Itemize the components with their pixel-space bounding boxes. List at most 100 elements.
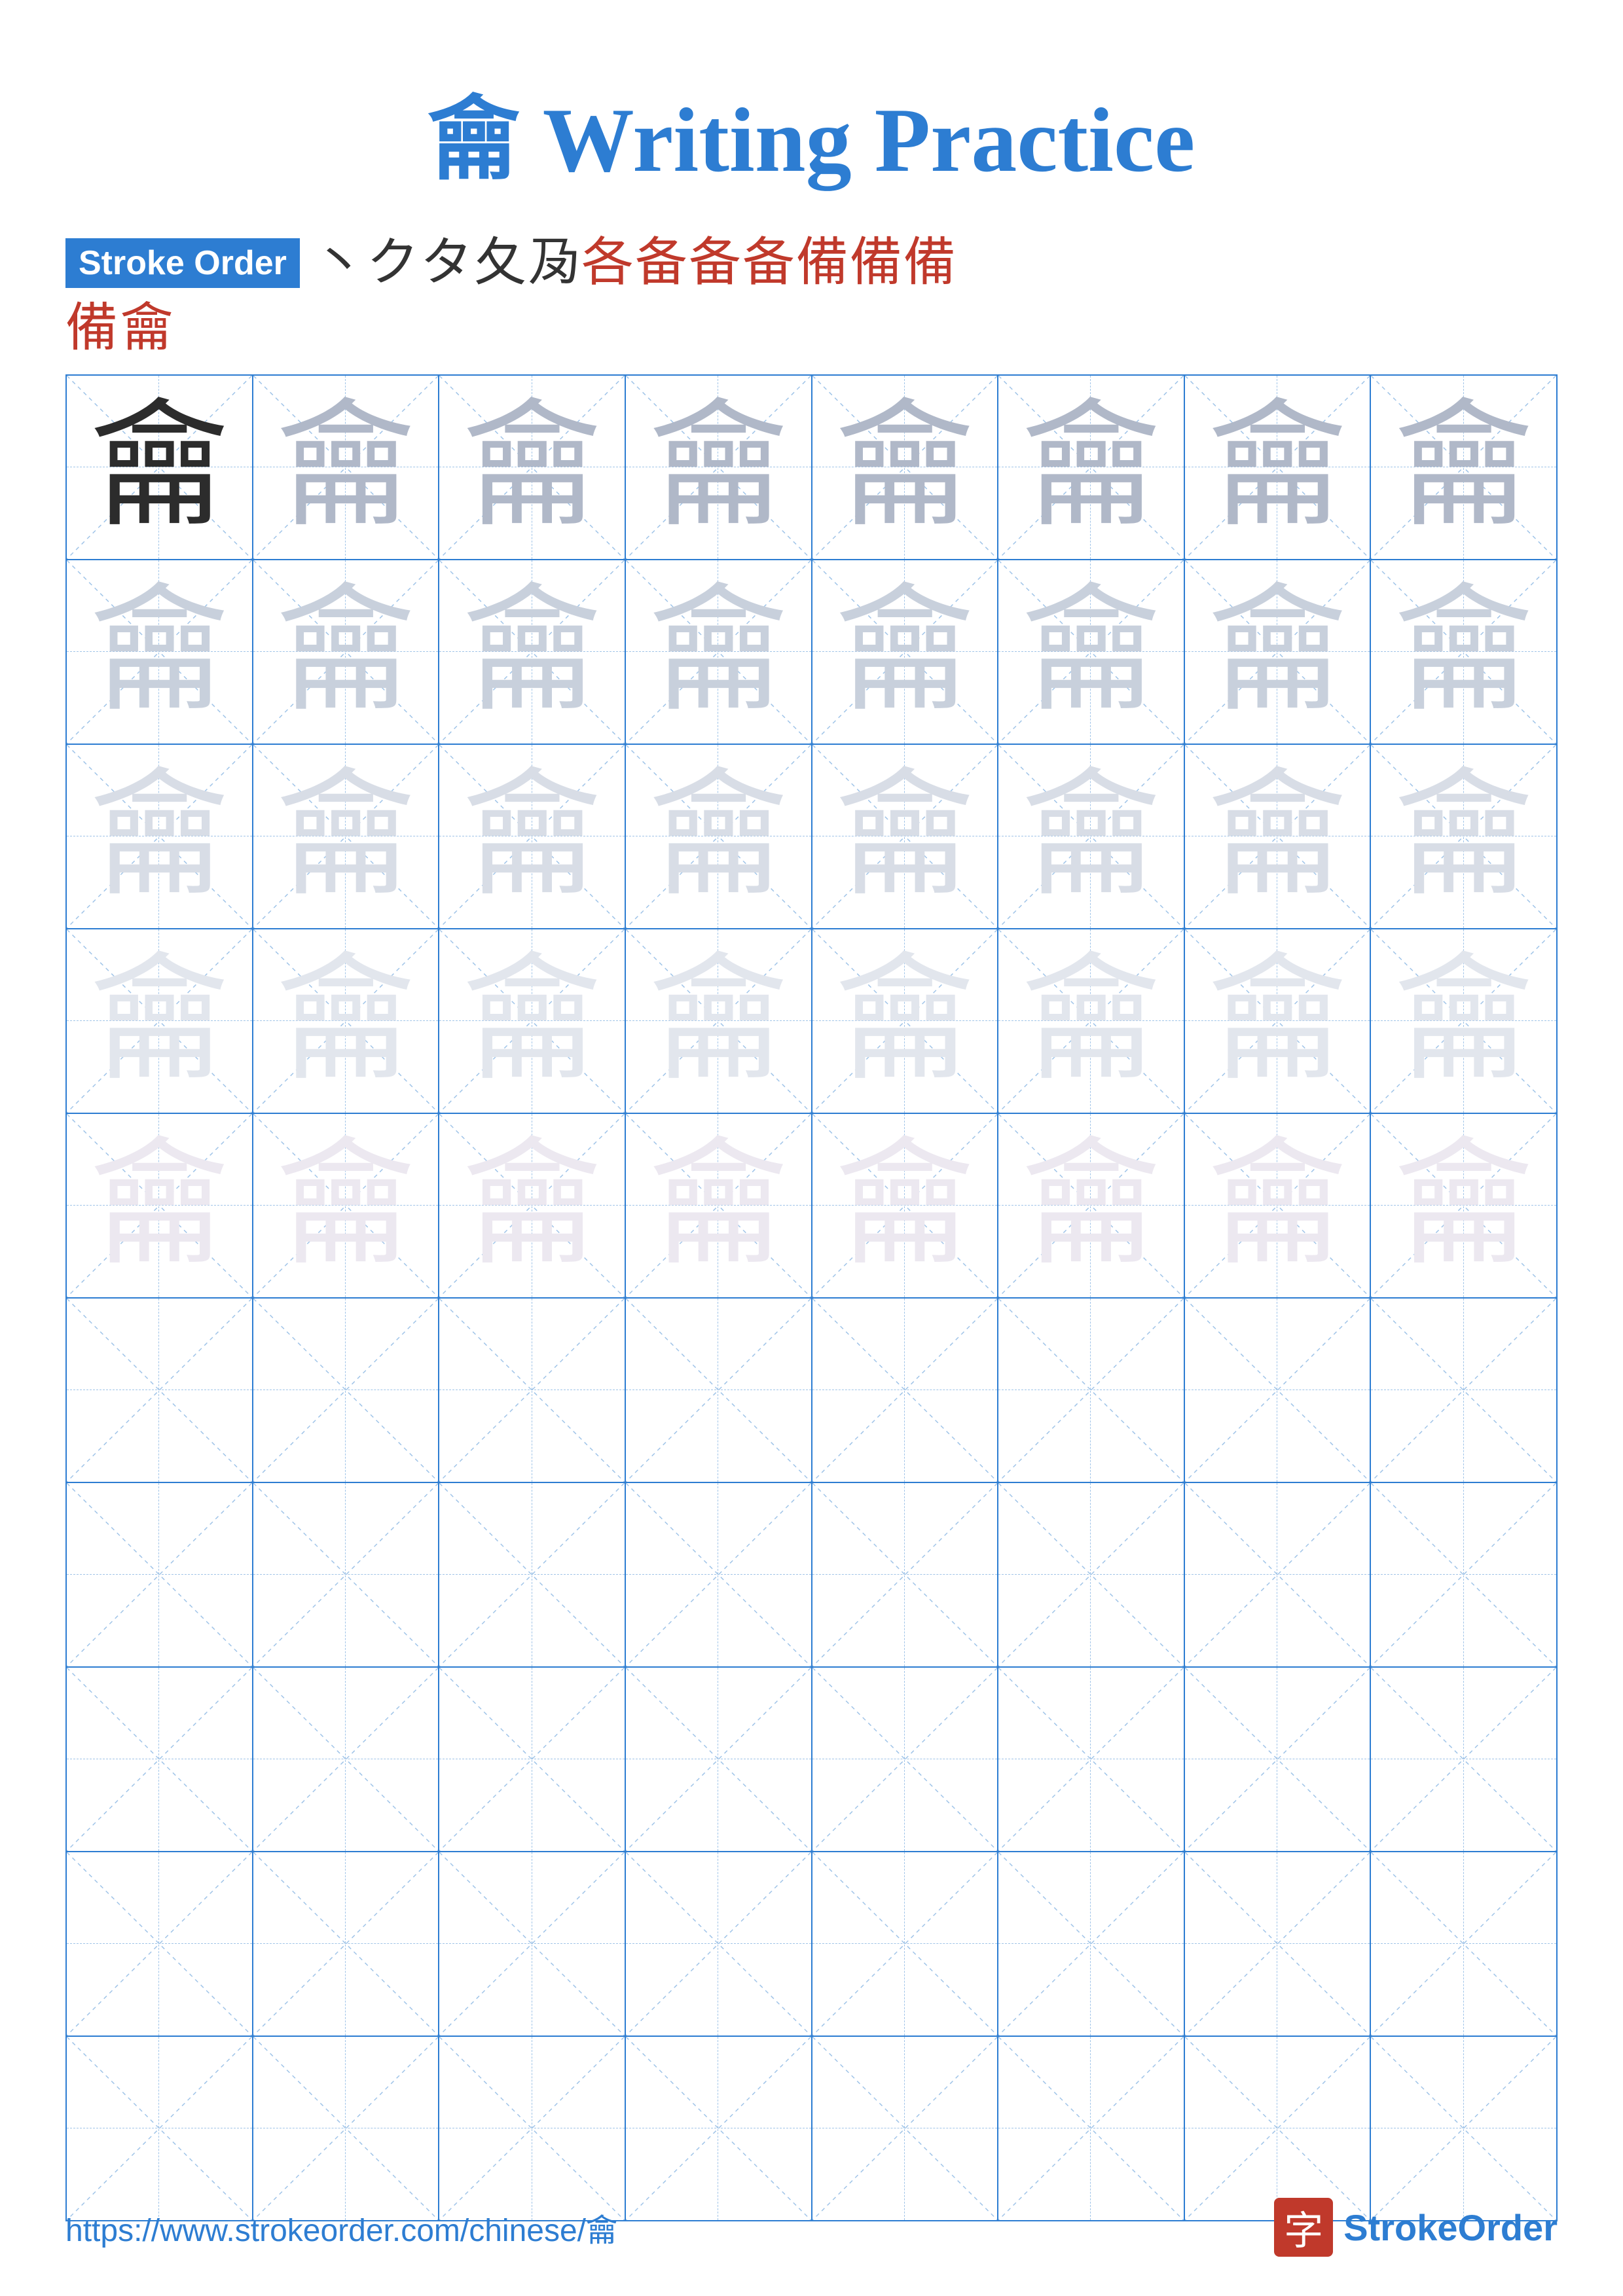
grid-cell-8-3[interactable] <box>439 1668 626 1851</box>
grid-cell-10-1[interactable] <box>67 2037 253 2220</box>
grid-cell-6-5[interactable] <box>812 1299 999 1482</box>
cell-char-guide: 龠 <box>90 768 228 905</box>
grid-cell-7-8[interactable] <box>1371 1483 1556 1666</box>
grid-cell-6-7[interactable] <box>1185 1299 1372 1482</box>
grid-cell-9-8[interactable] <box>1371 1852 1556 2036</box>
grid-cell-6-1[interactable] <box>67 1299 253 1482</box>
cell-char-guide: 龠 <box>836 583 974 721</box>
grid-cell-6-8[interactable] <box>1371 1299 1556 1482</box>
grid-cell-8-6[interactable] <box>998 1668 1185 1851</box>
grid-cell-8-1[interactable] <box>67 1668 253 1851</box>
footer-url[interactable]: https://www.strokeorder.com/chinese/龠 <box>65 2204 617 2250</box>
grid-row-10 <box>67 2037 1556 2220</box>
grid-cell-3-5[interactable]: 龠 <box>812 745 999 928</box>
grid-cell-3-2[interactable]: 龠 <box>253 745 440 928</box>
grid-cell-8-4[interactable] <box>626 1668 812 1851</box>
grid-cell-5-6[interactable]: 龠 <box>998 1114 1185 1297</box>
grid-cell-7-7[interactable] <box>1185 1483 1372 1666</box>
grid-cell-1-3[interactable]: 龠 <box>439 376 626 559</box>
grid-cell-4-6[interactable]: 龠 <box>998 929 1185 1113</box>
grid-cell-3-1[interactable]: 龠 <box>67 745 253 928</box>
cell-char-guide: 龠 <box>90 952 228 1090</box>
grid-cell-6-3[interactable] <box>439 1299 626 1482</box>
grid-cell-7-3[interactable] <box>439 1483 626 1666</box>
grid-cell-6-2[interactable] <box>253 1299 440 1482</box>
grid-cell-6-4[interactable] <box>626 1299 812 1482</box>
grid-cell-7-6[interactable] <box>998 1483 1185 1666</box>
stroke-char-11: 備 <box>903 237 956 289</box>
grid-cell-2-5[interactable]: 龠 <box>812 560 999 744</box>
stroke-char-3: 夂 <box>474 237 526 289</box>
grid-cell-2-7[interactable]: 龠 <box>1185 560 1372 744</box>
stroke-char-7: 备 <box>689 237 741 289</box>
grid-cell-2-1[interactable]: 龠 <box>67 560 253 744</box>
cell-char-guide: 龠 <box>277 583 414 721</box>
cell-char-guide: 龠 <box>836 952 974 1090</box>
grid-cell-3-7[interactable]: 龠 <box>1185 745 1372 928</box>
cell-char-guide: 龠 <box>277 399 414 536</box>
grid-cell-9-7[interactable] <box>1185 1852 1372 2036</box>
grid-cell-6-6[interactable] <box>998 1299 1185 1482</box>
cell-char-guide: 龠 <box>277 952 414 1090</box>
cell-char-guide: 龠 <box>90 1137 228 1274</box>
grid-cell-1-5[interactable]: 龠 <box>812 376 999 559</box>
grid-cell-5-7[interactable]: 龠 <box>1185 1114 1372 1297</box>
grid-cell-8-7[interactable] <box>1185 1668 1372 1851</box>
grid-cell-1-8[interactable]: 龠 <box>1371 376 1556 559</box>
grid-cell-5-3[interactable]: 龠 <box>439 1114 626 1297</box>
grid-cell-9-2[interactable] <box>253 1852 440 2036</box>
grid-cell-1-6[interactable]: 龠 <box>998 376 1185 559</box>
grid-row-9 <box>67 1852 1556 2037</box>
grid-cell-9-4[interactable] <box>626 1852 812 2036</box>
stroke-chars: 丶 ク タ 夂 夃 各 备 备 备 備 備 備 <box>313 237 956 289</box>
grid-cell-2-8[interactable]: 龠 <box>1371 560 1556 744</box>
grid-cell-9-5[interactable] <box>812 1852 999 2036</box>
grid-cell-3-6[interactable]: 龠 <box>998 745 1185 928</box>
grid-cell-4-2[interactable]: 龠 <box>253 929 440 1113</box>
grid-cell-9-3[interactable] <box>439 1852 626 2036</box>
grid-cell-1-1[interactable]: 龠 <box>67 376 253 559</box>
grid-cell-5-1[interactable]: 龠 <box>67 1114 253 1297</box>
grid-cell-10-8[interactable] <box>1371 2037 1556 2220</box>
grid-cell-1-7[interactable]: 龠 <box>1185 376 1372 559</box>
grid-cell-7-5[interactable] <box>812 1483 999 1666</box>
cell-char-guide: 龠 <box>836 768 974 905</box>
grid-cell-8-2[interactable] <box>253 1668 440 1851</box>
grid-cell-2-2[interactable]: 龠 <box>253 560 440 744</box>
grid-cell-8-5[interactable] <box>812 1668 999 1851</box>
grid-cell-7-1[interactable] <box>67 1483 253 1666</box>
grid-cell-4-3[interactable]: 龠 <box>439 929 626 1113</box>
grid-cell-10-4[interactable] <box>626 2037 812 2220</box>
grid-cell-5-4[interactable]: 龠 <box>626 1114 812 1297</box>
grid-cell-7-2[interactable] <box>253 1483 440 1666</box>
grid-cell-7-4[interactable] <box>626 1483 812 1666</box>
grid-cell-10-6[interactable] <box>998 2037 1185 2220</box>
grid-cell-1-4[interactable]: 龠 <box>626 376 812 559</box>
grid-cell-3-4[interactable]: 龠 <box>626 745 812 928</box>
grid-cell-3-3[interactable]: 龠 <box>439 745 626 928</box>
grid-cell-2-6[interactable]: 龠 <box>998 560 1185 744</box>
grid-cell-4-7[interactable]: 龠 <box>1185 929 1372 1113</box>
grid-cell-10-5[interactable] <box>812 2037 999 2220</box>
grid-cell-9-6[interactable] <box>998 1852 1185 2036</box>
grid-cell-8-8[interactable] <box>1371 1668 1556 1851</box>
cell-char-guide: 龠 <box>1395 768 1533 905</box>
grid-cell-3-8[interactable]: 龠 <box>1371 745 1556 928</box>
grid-cell-4-5[interactable]: 龠 <box>812 929 999 1113</box>
stroke-char-9: 備 <box>796 237 848 289</box>
grid-cell-4-4[interactable]: 龠 <box>626 929 812 1113</box>
grid-cell-1-2[interactable]: 龠 <box>253 376 440 559</box>
grid-cell-2-3[interactable]: 龠 <box>439 560 626 744</box>
grid-cell-5-2[interactable]: 龠 <box>253 1114 440 1297</box>
grid-cell-4-8[interactable]: 龠 <box>1371 929 1556 1113</box>
grid-cell-10-3[interactable] <box>439 2037 626 2220</box>
grid-cell-2-4[interactable]: 龠 <box>626 560 812 744</box>
cell-char-guide: 龠 <box>90 583 228 721</box>
grid-cell-4-1[interactable]: 龠 <box>67 929 253 1113</box>
grid-cell-9-1[interactable] <box>67 1852 253 2036</box>
grid-cell-10-2[interactable] <box>253 2037 440 2220</box>
stroke-row2: 備 龠 <box>65 302 1558 355</box>
grid-cell-10-7[interactable] <box>1185 2037 1372 2220</box>
grid-cell-5-5[interactable]: 龠 <box>812 1114 999 1297</box>
grid-cell-5-8[interactable]: 龠 <box>1371 1114 1556 1297</box>
